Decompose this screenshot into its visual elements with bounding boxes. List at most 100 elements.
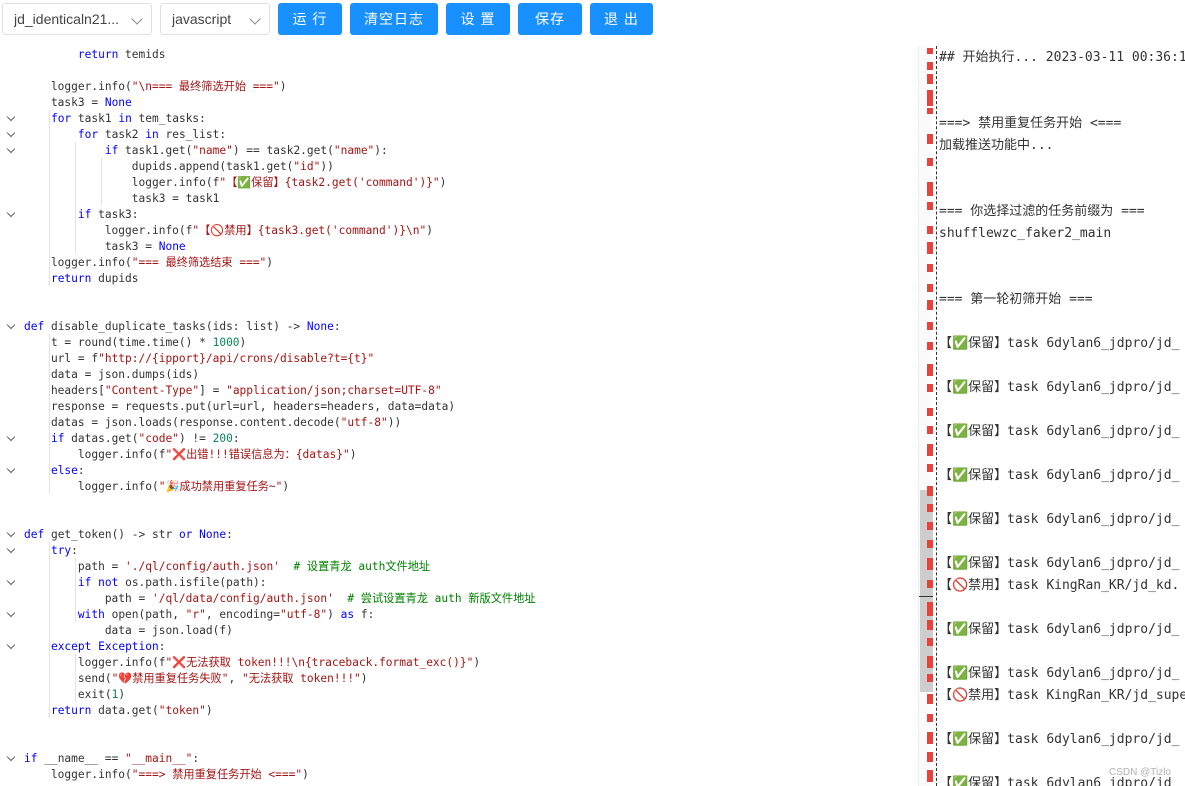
code-line[interactable]: logger.info(f"❌出错!!!错误信息为：{datas}") [0,447,918,463]
code-line[interactable]: task3 = None [0,239,918,255]
code-line[interactable]: logger.info("\n=== 最终筛选开始 ===") [0,79,918,95]
scrollbar-marker [927,384,933,392]
settings-button[interactable]: 设 置 [446,3,510,35]
code-line[interactable]: logger.info("===> 禁用重复任务开始 <===") [0,767,918,783]
code-line[interactable]: return data.get("token") [0,703,918,719]
fold-chevron-icon[interactable] [6,207,16,223]
fold-chevron-icon[interactable] [6,111,16,127]
code-line[interactable]: except Exception: [0,639,918,655]
clear-log-button[interactable]: 清空日志 [350,3,438,35]
code-line[interactable]: try: [0,543,918,559]
code-line[interactable]: if not os.path.isfile(path): [0,575,918,591]
scrollbar-marker [927,656,933,668]
code-line[interactable]: task3 = None [0,95,918,111]
code-line[interactable] [0,495,918,511]
script-select[interactable]: jd_identicaln21... [2,3,152,35]
save-button[interactable]: 保存 [518,3,582,35]
scrollbar-marker [927,264,933,272]
code-line[interactable] [0,719,918,735]
code-line[interactable] [0,735,918,751]
code-line[interactable]: data = json.load(f) [0,623,918,639]
code-line[interactable]: if __name__ == "__main__": [0,751,918,767]
scrollbar-marker [927,364,933,376]
language-select-value: javascript [172,11,232,27]
code-line[interactable] [0,511,918,527]
scrollbar-marker [927,90,933,106]
log-line: 【✅保留】task 6dylan6_jdpro/jd_ [939,336,1180,351]
code-line[interactable]: datas = json.loads(response.content.deco… [0,415,918,431]
log-line: 【✅保留】task 6dylan6_jdpro/jd_ [939,732,1180,747]
code-line[interactable]: return dupids [0,271,918,287]
code-line[interactable]: send("💔禁用重复任务失败", "无法获取 token!!!") [0,671,918,687]
code-line[interactable]: if task1.get("name") == task2.get("name"… [0,143,918,159]
scrollbar-marker [927,638,933,646]
scrollbar-marker [927,408,933,416]
code-line[interactable]: logger.info("=== 最终筛选结束 ===") [0,255,918,271]
scrollbar-marker [927,770,933,782]
log-line: ===> 禁用重复任务开始 <=== [939,116,1122,131]
code-line[interactable]: logger.info(f"【✅保留】{task2.get('command')… [0,175,918,191]
fold-chevron-icon[interactable] [6,639,16,655]
run-button[interactable]: 运 行 [278,3,342,35]
code-line[interactable]: else: [0,463,918,479]
code-line[interactable]: data = json.dumps(ids) [0,367,918,383]
code-line[interactable] [0,63,918,79]
code-line[interactable]: task3 = task1 [0,191,918,207]
code-line[interactable]: logger.info("🎉成功禁用重复任务~") [0,479,918,495]
scrollbar-marker [927,284,933,292]
scrollbar-marker [927,620,933,630]
code-line[interactable]: dupids.append(task1.get("id")) [0,159,918,175]
code-line[interactable]: logger.info(f"❌无法获取 token!!!\n{traceback… [0,655,918,671]
scrollbar-marker [927,486,933,496]
code-line[interactable]: path = './ql/config/auth.json' # 设置青龙 au… [0,559,918,575]
code-line[interactable]: response = requests.put(url=url, headers… [0,399,918,415]
code-line[interactable]: headers["Content-Type"] = "application/j… [0,383,918,399]
editor-scrollbar[interactable] [918,46,933,786]
fold-chevron-icon[interactable] [6,463,16,479]
fold-chevron-icon[interactable] [6,143,16,159]
code-line[interactable]: exit(1) [0,687,918,703]
log-panel: ## 开始执行... 2023-03-11 00:36:1 ===> 禁用重复任务… [936,46,1185,786]
code-line[interactable]: url = f"http://{ipport}/api/crons/disabl… [0,351,918,367]
code-editor[interactable]: return temids logger.info("\n=== 最终筛选开始 … [0,46,918,786]
scrollbar-marker [927,714,933,722]
code-line[interactable]: for task1 in tem_tasks: [0,111,918,127]
code-line[interactable]: def disable_duplicate_tasks(ids: list) -… [0,319,918,335]
log-line: 【✅保留】task 6dylan6_jdpro/jd_ [939,380,1180,395]
fold-chevron-icon[interactable] [6,431,16,447]
code-line[interactable] [0,287,918,303]
code-line[interactable]: if task3: [0,207,918,223]
language-select[interactable]: javascript [160,3,270,35]
log-line: 【✅保留】task 6dylan6_jdpro/jd_ [939,468,1180,483]
log-line: 【✅保留】task 6dylan6_jdpro/jd_ [939,424,1180,439]
scrollbar-marker [927,226,933,234]
code-line[interactable]: path = '/ql/data/config/auth.json' # 尝试设… [0,591,918,607]
toolbar: jd_identicaln21... javascript 运 行 清空日志 设… [0,0,1185,40]
scrollbar-marker [927,558,933,570]
fold-chevron-icon[interactable] [6,607,16,623]
code-line[interactable]: for task2 in res_list: [0,127,918,143]
code-line[interactable]: with open(path, "r", encoding="utf-8") a… [0,607,918,623]
log-line: === 第一轮初筛开始 === [939,292,1093,307]
fold-chevron-icon[interactable] [6,543,16,559]
scrollbar-marker [927,134,933,144]
exit-button[interactable]: 退 出 [590,3,653,35]
fold-chevron-icon[interactable] [6,127,16,143]
log-line: 【✅保留】task 6dylan6_jdpro/jd_ [939,622,1180,637]
fold-chevron-icon[interactable] [6,575,16,591]
code-line[interactable]: return temids [0,47,918,63]
scrollbar-marker [927,322,933,330]
fold-chevron-icon[interactable] [6,527,16,543]
code-line[interactable]: if datas.get("code") != 200: [0,431,918,447]
code-line[interactable]: def get_token() -> str or None: [0,527,918,543]
fold-chevron-icon[interactable] [6,319,16,335]
code-line[interactable] [0,303,918,319]
fold-chevron-icon[interactable] [6,751,16,767]
scrollbar-marker [927,580,933,588]
code-line[interactable]: logger.info(f"【🚫禁用】{task3.get('command')… [0,223,918,239]
scrollbar-marker [927,464,933,472]
scrollbar-marker [927,426,933,434]
scrollbar-marker [927,752,933,762]
watermark: CSDN @Tizlo [1108,767,1171,778]
code-line[interactable]: t = round(time.time() * 1000) [0,335,918,351]
